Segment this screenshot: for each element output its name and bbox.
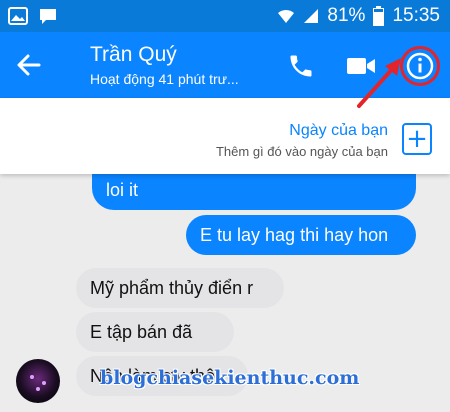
my-day-title[interactable]: Ngày của bạn — [289, 122, 388, 140]
wifi-icon — [277, 8, 295, 24]
avatar[interactable] — [16, 359, 60, 403]
plus-icon[interactable]: + — [402, 123, 432, 155]
contact-name[interactable]: Trần Quý — [90, 43, 177, 67]
avatar-sparkle — [36, 387, 40, 391]
status-bar-notifications — [8, 7, 58, 25]
phone-icon[interactable] — [287, 52, 315, 80]
chat-icon — [38, 7, 58, 25]
message-text: E tập bán đã — [90, 321, 193, 342]
status-bar: 81% 15:35 — [0, 0, 450, 32]
signal-icon — [303, 8, 319, 24]
contact-active-status: Hoạt động 41 phút trư... — [90, 71, 239, 87]
battery-percent: 81% — [327, 5, 366, 26]
battery-icon — [373, 6, 385, 26]
message-text: loi it — [106, 179, 139, 200]
message-text: Mỹ phẩm thủy điển r — [90, 277, 254, 298]
back-arrow-icon[interactable] — [14, 50, 44, 80]
status-bar-system: 81% 15:35 — [277, 5, 440, 27]
avatar-sparkle — [42, 381, 46, 385]
message-bubble-outgoing[interactable]: E tu lay hag thi hay hon — [186, 215, 416, 255]
my-day-subtitle: Thêm gì đó vào ngày của bạn — [215, 144, 388, 159]
clock: 15:35 — [392, 5, 440, 26]
avatar-sparkle — [30, 375, 34, 379]
message-list[interactable]: loi it E tu lay hag thi hay hon Mỹ phẩm … — [0, 174, 450, 412]
message-bubble-incoming[interactable]: E tập bán đã — [76, 312, 234, 352]
message-text: E tu lay hag thi hay hon — [200, 224, 389, 245]
message-bubble-incoming[interactable]: Mỹ phẩm thủy điển r — [76, 268, 284, 308]
watermark: blogchiasekienthuc.com — [100, 367, 360, 389]
message-bubble-outgoing[interactable]: loi it — [92, 174, 416, 210]
annotation-arrow-icon — [357, 58, 401, 108]
photo-icon — [8, 7, 28, 25]
